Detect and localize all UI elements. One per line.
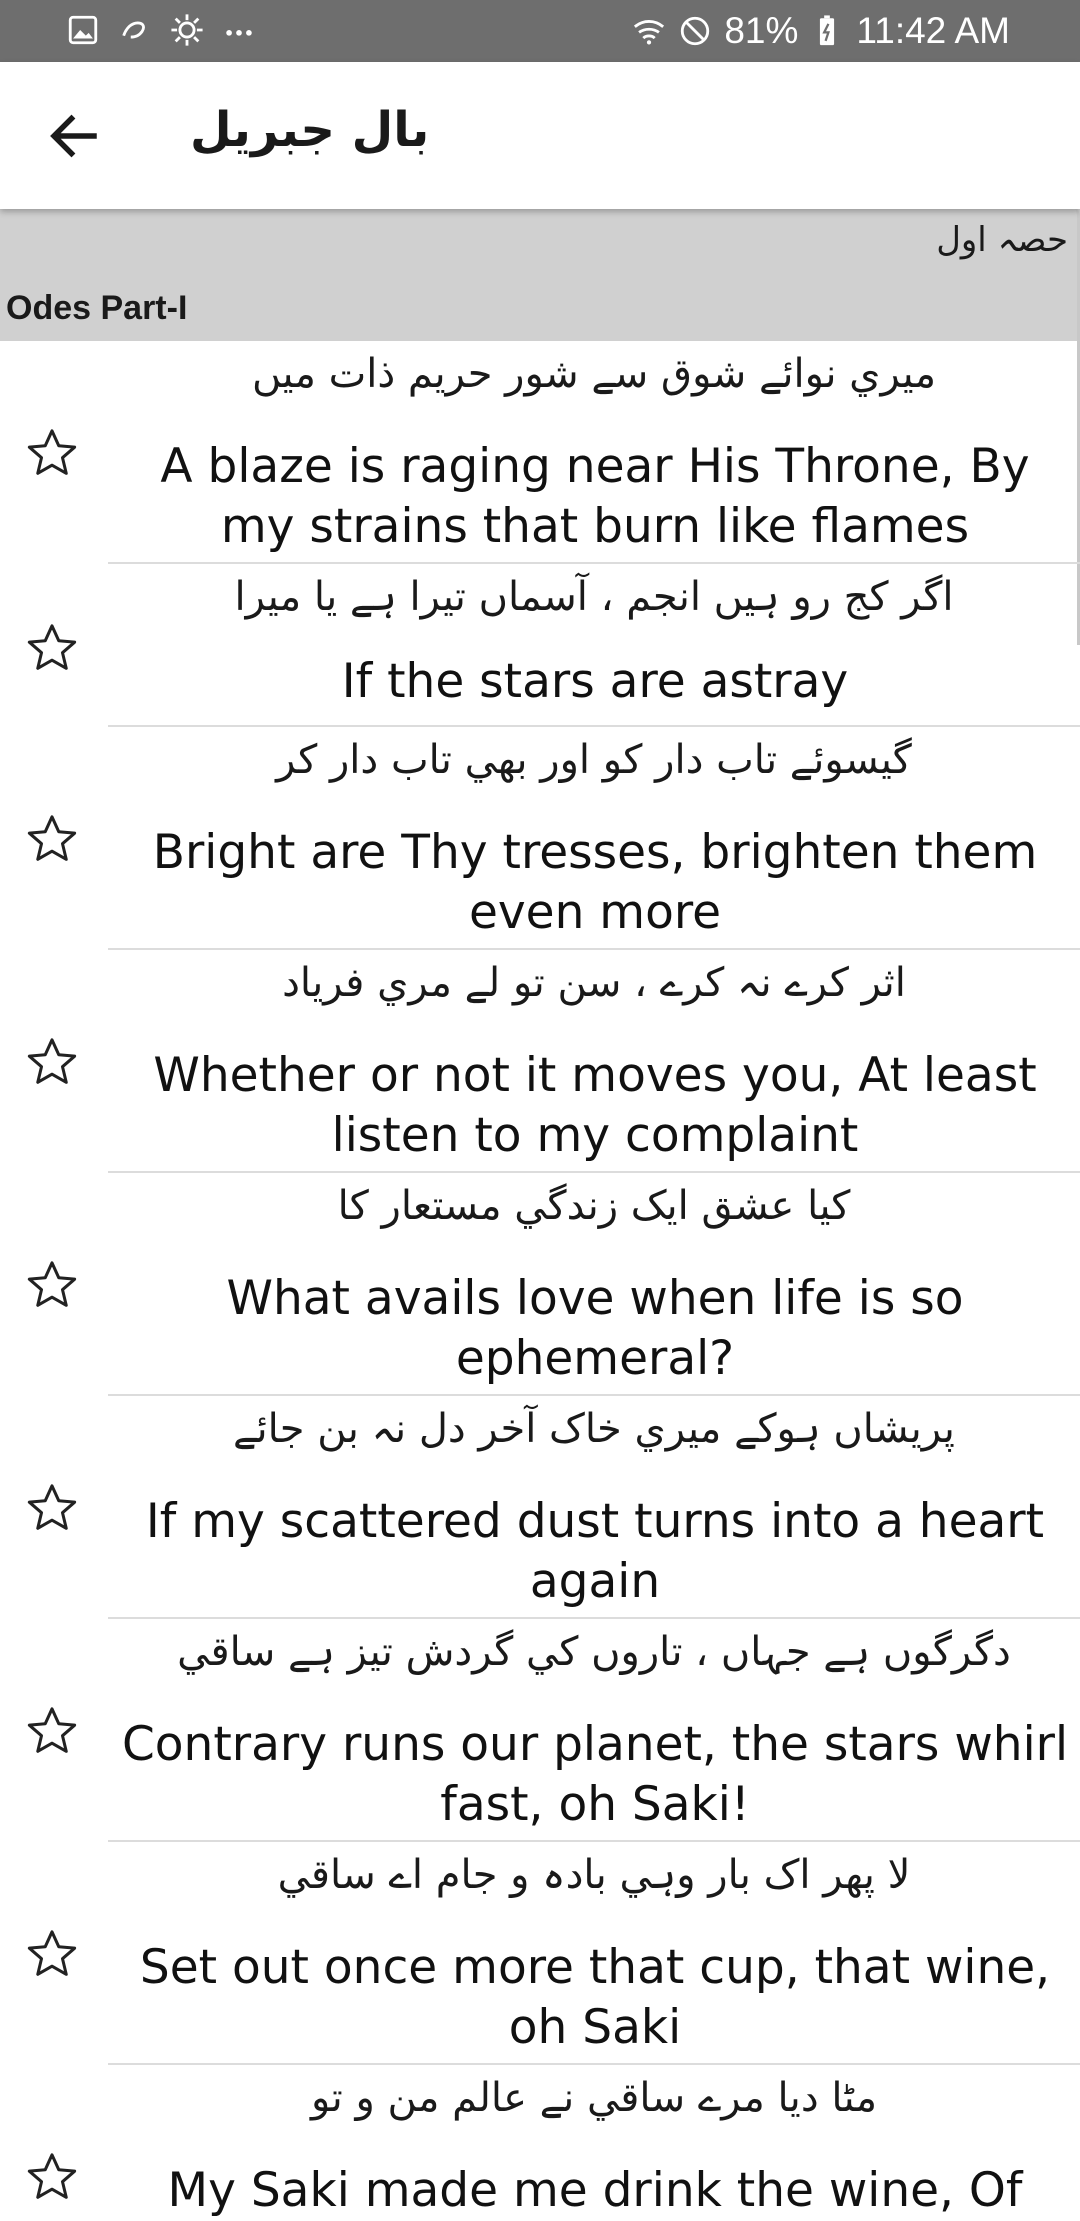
ode-title-english: If the stars are astray <box>341 654 849 709</box>
star-outline-icon[interactable] <box>24 425 80 481</box>
ode-title-urdu: پريشاں ہوکے ميري خاک آخر دل نہ بن جائے <box>233 1406 955 1452</box>
link-icon <box>122 21 145 39</box>
system-status: 81% 11:42 AM <box>632 10 1010 52</box>
list-item[interactable]: کيا عشق ايک زندگي مستعار کا What avails … <box>0 1173 1080 1396</box>
more-dots-icon <box>226 30 252 36</box>
ode-title-urdu: گيسوئے تاب دار کو اور بھي تاب دار کر <box>276 737 912 783</box>
star-outline-icon[interactable] <box>24 2149 80 2205</box>
ode-title-urdu: ميري نوائے شوق سے شور حريم ذات ميں <box>251 351 937 397</box>
section-header: حصہ اول Odes Part-I <box>0 209 1080 341</box>
star-outline-icon[interactable] <box>24 1703 80 1759</box>
ode-title-english: Set out once more that cup, that wine, o… <box>139 1940 1051 2055</box>
notification-icons <box>66 13 256 47</box>
star-outline-icon[interactable] <box>24 1034 80 1090</box>
ode-title-urdu: کيا عشق ايک زندگي مستعار کا <box>337 1183 851 1229</box>
star-outline-icon[interactable] <box>24 811 80 867</box>
battery-percent: 81% <box>724 10 799 51</box>
ode-title-urdu: اثر کرے نہ کرے ، سن تو لے مري فرياد <box>282 960 906 1006</box>
ode-title-english: If my scattered dust turns into a heart … <box>145 1494 1045 1609</box>
ode-title-urdu: دگرگوں ہے جہاں ، تاروں کي گردش تيز ہے سا… <box>177 1629 1011 1675</box>
list-item[interactable]: دگرگوں ہے جہاں ، تاروں کي گردش تيز ہے سا… <box>0 1619 1080 1842</box>
list-item[interactable]: مٹا ديا مرے ساقي نے عالم من و تو My Saki… <box>0 2065 1080 2218</box>
sun-icon <box>171 14 203 46</box>
ode-title-urdu: مٹا ديا مرے ساقي نے عالم من و تو <box>310 2075 878 2121</box>
do-not-disturb-icon <box>681 16 710 46</box>
star-outline-icon[interactable] <box>24 1926 80 1982</box>
app-bar: بال جبريل <box>0 62 1080 209</box>
list-item[interactable]: گيسوئے تاب دار کو اور بھي تاب دار کر Bri… <box>0 727 1080 950</box>
ode-title-english: Bright are Thy tresses, brighten them ev… <box>152 825 1038 940</box>
section-title-english: Odes Part-I <box>6 289 188 327</box>
star-outline-icon[interactable] <box>24 1480 80 1536</box>
ode-title-urdu: اگر کج رو ہيں انجم ، آسماں تيرا ہے يا مي… <box>234 574 954 620</box>
list-item[interactable]: پريشاں ہوکے ميري خاک آخر دل نہ بن جائے I… <box>0 1396 1080 1619</box>
list-item[interactable]: لا پھر اک بار وہي بادہ و جام اے ساقي Set… <box>0 1842 1080 2065</box>
clock: 11:42 AM <box>856 10 1010 51</box>
wifi-icon <box>634 20 665 45</box>
back-arrow-icon[interactable] <box>44 106 104 166</box>
ode-list: ميري نوائے شوق سے شور حريم ذات ميں A bla… <box>0 341 1080 2218</box>
battery-charging-icon <box>820 15 835 46</box>
list-item[interactable]: اگر کج رو ہيں انجم ، آسماں تيرا ہے يا مي… <box>0 564 1080 727</box>
ode-title-english: What avails love when life is so ephemer… <box>226 1271 964 1386</box>
star-outline-icon[interactable] <box>24 1257 80 1313</box>
section-title-urdu: حصہ اول <box>936 220 1068 260</box>
ode-title-english: My Saki made me drink the wine, Of <box>167 2163 1023 2218</box>
ode-title-english: Contrary runs our planet, the stars whir… <box>121 1717 1069 1832</box>
star-outline-icon[interactable] <box>24 620 80 676</box>
ode-title-english: Whether or not it moves you, At least li… <box>153 1048 1037 1163</box>
gallery-icon <box>68 15 98 45</box>
page-title: بال جبريل <box>190 102 430 158</box>
list-item[interactable]: اثر کرے نہ کرے ، سن تو لے مري فرياد Whet… <box>0 950 1080 1173</box>
ode-title-english: A blaze is raging near His Throne, By my… <box>160 439 1030 554</box>
ode-title-urdu: لا پھر اک بار وہي بادہ و جام اے ساقي <box>277 1852 911 1898</box>
status-bar: 81% 11:42 AM <box>0 0 1080 62</box>
list-item[interactable]: ميري نوائے شوق سے شور حريم ذات ميں A bla… <box>0 341 1080 564</box>
